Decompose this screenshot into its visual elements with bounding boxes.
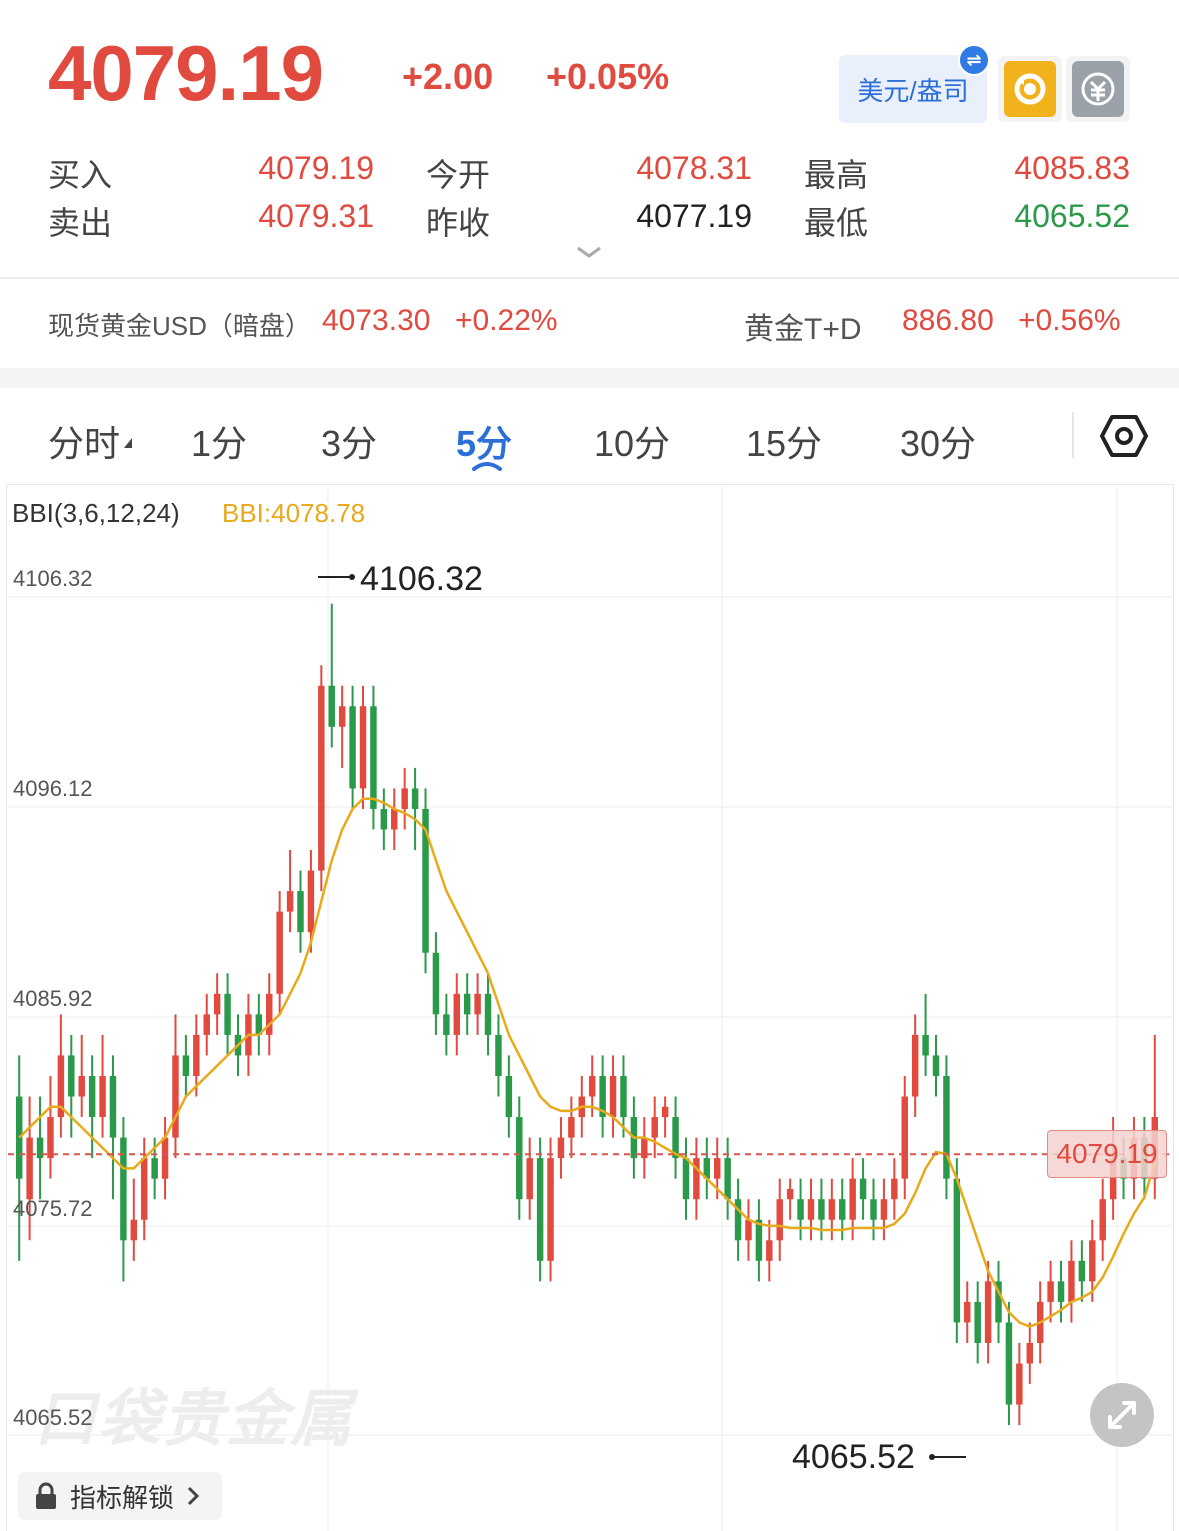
- y-axis-label: 4106.32: [13, 566, 93, 591]
- refresh-icon: [1014, 73, 1046, 105]
- ask-value: 4079.31: [258, 198, 374, 234]
- tab-10min[interactable]: 10分: [594, 415, 670, 467]
- y-axis-label: 4065.52: [13, 1405, 93, 1430]
- tab-timeshare[interactable]: 分时: [48, 415, 120, 467]
- swap-icon: ⇌: [958, 44, 990, 76]
- last-price: 4079.19: [48, 29, 324, 117]
- bid-value: 4079.19: [258, 150, 374, 186]
- reference-price: 4073.30: [322, 304, 431, 337]
- caret-icon: [124, 438, 132, 448]
- settings-icon[interactable]: [1100, 413, 1148, 459]
- indicator-value: BBI:4078.78: [222, 498, 366, 528]
- tab-1min[interactable]: 1分: [191, 415, 247, 467]
- quote-header: 4079.19 +2.00 +0.05% 美元/盎司 ⇌ 买入 4079.19 …: [0, 0, 1179, 280]
- y-axis-label: 4096.12: [13, 776, 93, 801]
- prev-close-label: 昨收: [426, 205, 491, 241]
- reference-price: 886.80: [902, 304, 994, 337]
- ask-label: 卖出: [48, 205, 113, 241]
- high-value: 4085.83: [1014, 150, 1130, 186]
- indicator-name: BBI(3,6,12,24): [12, 498, 180, 528]
- period-tabs: [0, 388, 1179, 484]
- y-axis-label: 4085.92: [13, 986, 93, 1011]
- price-change-percent: +0.05%: [546, 56, 670, 97]
- expand-button[interactable]: [1090, 1383, 1154, 1447]
- min-annotation: 4065.52: [792, 1438, 915, 1476]
- price-change: +2.00: [402, 56, 494, 97]
- chevron-down-icon[interactable]: [574, 242, 604, 262]
- divider: [0, 277, 1179, 279]
- low-label: 最低: [804, 205, 869, 241]
- bid-label: 买入: [48, 157, 113, 193]
- reference-change: +0.56%: [1018, 304, 1121, 337]
- y-axis-label: 4075.72: [13, 1196, 93, 1221]
- refresh-button[interactable]: [998, 56, 1062, 122]
- section-gap: [0, 368, 1179, 388]
- unlock-label: 指标解锁: [70, 1482, 175, 1513]
- calculator-icon: [1081, 72, 1115, 106]
- expand-icon: [1108, 1401, 1136, 1429]
- reference-name: 现货黄金USD（暗盘）: [48, 311, 311, 341]
- calculator-button[interactable]: [1066, 56, 1130, 122]
- open-label: 今开: [426, 157, 491, 193]
- max-annotation: 4106.32: [360, 560, 483, 598]
- active-tab-indicator: [472, 462, 502, 471]
- reference-change: +0.22%: [455, 304, 558, 337]
- tab-15min[interactable]: 15分: [746, 415, 822, 467]
- open-value: 4078.31: [636, 150, 752, 186]
- prev-close-value: 4077.19: [636, 198, 752, 234]
- indicator-unlock-button[interactable]: 指标解锁: [18, 1472, 222, 1520]
- reference-name: 黄金T+D: [744, 313, 862, 346]
- lock-icon: [36, 1482, 56, 1509]
- low-value: 4065.52: [1014, 198, 1130, 234]
- high-label: 最高: [804, 157, 869, 193]
- tab-3min[interactable]: 3分: [321, 415, 377, 467]
- current-price-tag: 4079.19: [1047, 1130, 1167, 1178]
- chevron-right-icon: [187, 1486, 200, 1506]
- tab-30min[interactable]: 30分: [900, 415, 976, 467]
- tab-separator: [1072, 412, 1074, 458]
